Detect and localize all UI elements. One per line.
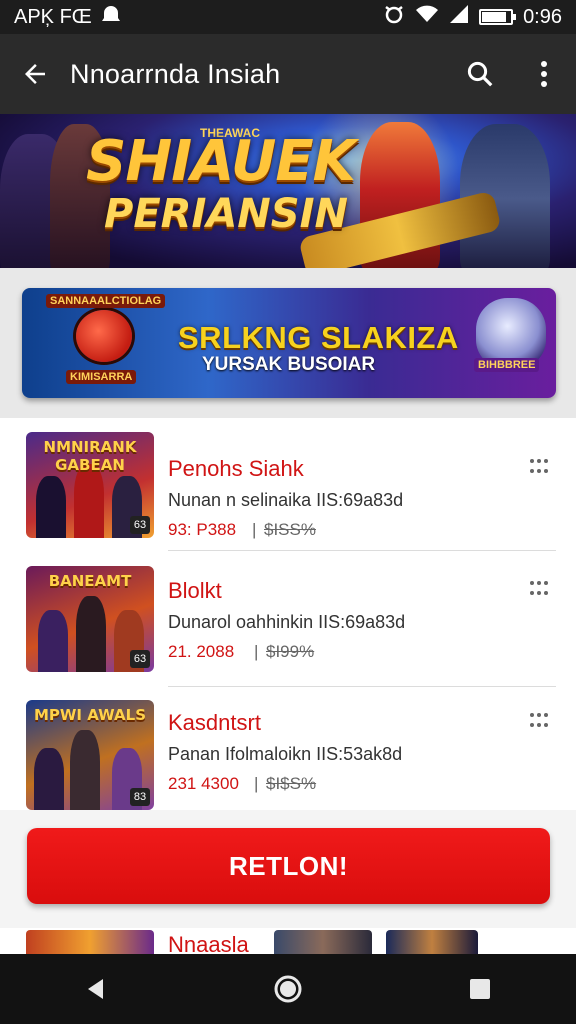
item-more-button[interactable] [522,706,556,736]
system-nav-bar [0,954,576,1024]
hero-logo-line1: SHIAUEK [86,129,356,194]
thumb-figure [36,476,66,538]
price-separator: | [254,642,259,661]
thumb-figure [70,730,100,810]
page-title: Nnoarrnda Insiah [70,58,281,89]
item-name: Blolkt [168,578,222,603]
nav-back-icon [88,979,103,999]
item-thumbnail: BANEAMT 63 [26,566,154,672]
thumb-figure [34,748,64,810]
battery-icon [479,9,517,25]
item-thumbnail: MPWI AWALS 83 [26,700,154,810]
promo-tag-bottom: KIMISARRA [66,370,137,384]
status-bar: APĶ FŒ 0:96 [0,0,576,34]
more-dots-icon [530,581,548,595]
more-dots-icon [530,459,548,473]
thumb-title: NMNIRANK GABEAN [43,438,137,474]
thumb-badge: 83 [130,788,150,806]
more-options-button[interactable] [512,34,576,114]
nav-recents-button[interactable] [440,954,520,1024]
more-dots-icon [530,713,548,727]
item-description: Panan Ifolmaloikn IIS:53ak8d [168,744,403,764]
promo-mascot-left [76,310,132,362]
app-bar: Nnoarrnda Insiah [0,34,576,114]
status-time: 0:96 [523,5,562,28]
item-old-price: $ISS% [264,520,316,539]
signal-icon [449,4,469,30]
list-item[interactable]: BANEAMT 63 Blolkt Dunarol oahhinkin IIS:… [0,566,576,701]
item-name: Penohs Siahk [168,456,304,481]
alarm-icon [383,4,405,30]
wifi-icon [415,4,439,30]
list-item[interactable]: NMNIRANK GABEAN 63 Penohs Siahk Nunan n … [0,432,576,567]
item-price: 93: P388 [168,520,237,539]
item-more-button[interactable] [522,574,556,604]
thumb-title: MPWI AWALS [33,706,147,724]
list-divider [168,550,556,551]
promo-title: SRLKNG SLAKIZA [178,320,459,355]
nav-back-button[interactable] [56,954,136,1024]
item-name: Kasdntsrt [168,710,261,735]
thumb-title: BANEAMT [48,572,132,590]
item-price: 21. 2088 [168,642,235,661]
item-more-button[interactable] [522,452,556,482]
screen: APĶ FŒ 0:96 Nnoarrnda Insiah THEAWAC SHI… [0,0,576,1024]
thumb-badge: 63 [130,516,150,534]
search-icon [467,61,493,87]
nav-home-button[interactable] [248,954,328,1024]
more-vert-icon [541,61,547,87]
arrow-back-icon [25,64,45,84]
peek-thumbnail-3 [386,930,478,954]
game-list: NMNIRANK GABEAN 63 Penohs Siahk Nunan n … [0,418,576,810]
thumb-figure [76,596,106,672]
next-list-item-peek[interactable]: Nnaasla [0,928,576,954]
item-thumbnail: NMNIRANK GABEAN 63 [26,432,154,538]
item-old-price: $I$S% [266,774,317,793]
notification-icon [101,5,120,29]
promo-banner[interactable]: SANNAAALCTIOLAG KIMISARRA BIHBBREE SRLKN… [22,288,556,398]
item-description: Nunan n selinaika IIS:69a83d [168,490,404,510]
search-button[interactable] [448,34,512,114]
peek-thumbnail [26,930,154,954]
back-button[interactable] [0,34,70,114]
promo-section: SANNAAALCTIOLAG KIMISARRA BIHBBREE SRLKN… [0,268,576,418]
thumb-figure [38,610,68,672]
nav-recents-icon [470,979,490,999]
list-divider [168,686,556,687]
promo-tag-right: BIHBBREE [474,358,540,372]
thumb-badge: 63 [130,650,150,668]
cta-button[interactable]: RETLON! [27,828,550,904]
nav-home-icon [274,975,302,1003]
hero-logo-line2: PERIANSIN [104,191,348,237]
item-old-price: $I99% [266,642,315,661]
hero-banner[interactable]: THEAWAC SHIAUEK PERIANSIN [0,114,576,268]
peek-item-name: Nnaasla [168,932,249,954]
cta-section: RETLON! [0,810,576,930]
thumb-figure [74,464,104,538]
peek-thumbnail-2 [274,930,372,954]
item-price: 231 4300 [168,774,239,793]
price-separator: | [254,774,259,793]
item-description: Dunarol oahhinkin IIS:69a83d [168,612,406,632]
status-left-text: APĶ FŒ [14,5,92,28]
promo-subtitle: YURSAK BUSOIAR [202,354,376,375]
promo-tag-top: SANNAAALCTIOLAG [46,294,166,308]
price-separator: | [252,520,257,539]
